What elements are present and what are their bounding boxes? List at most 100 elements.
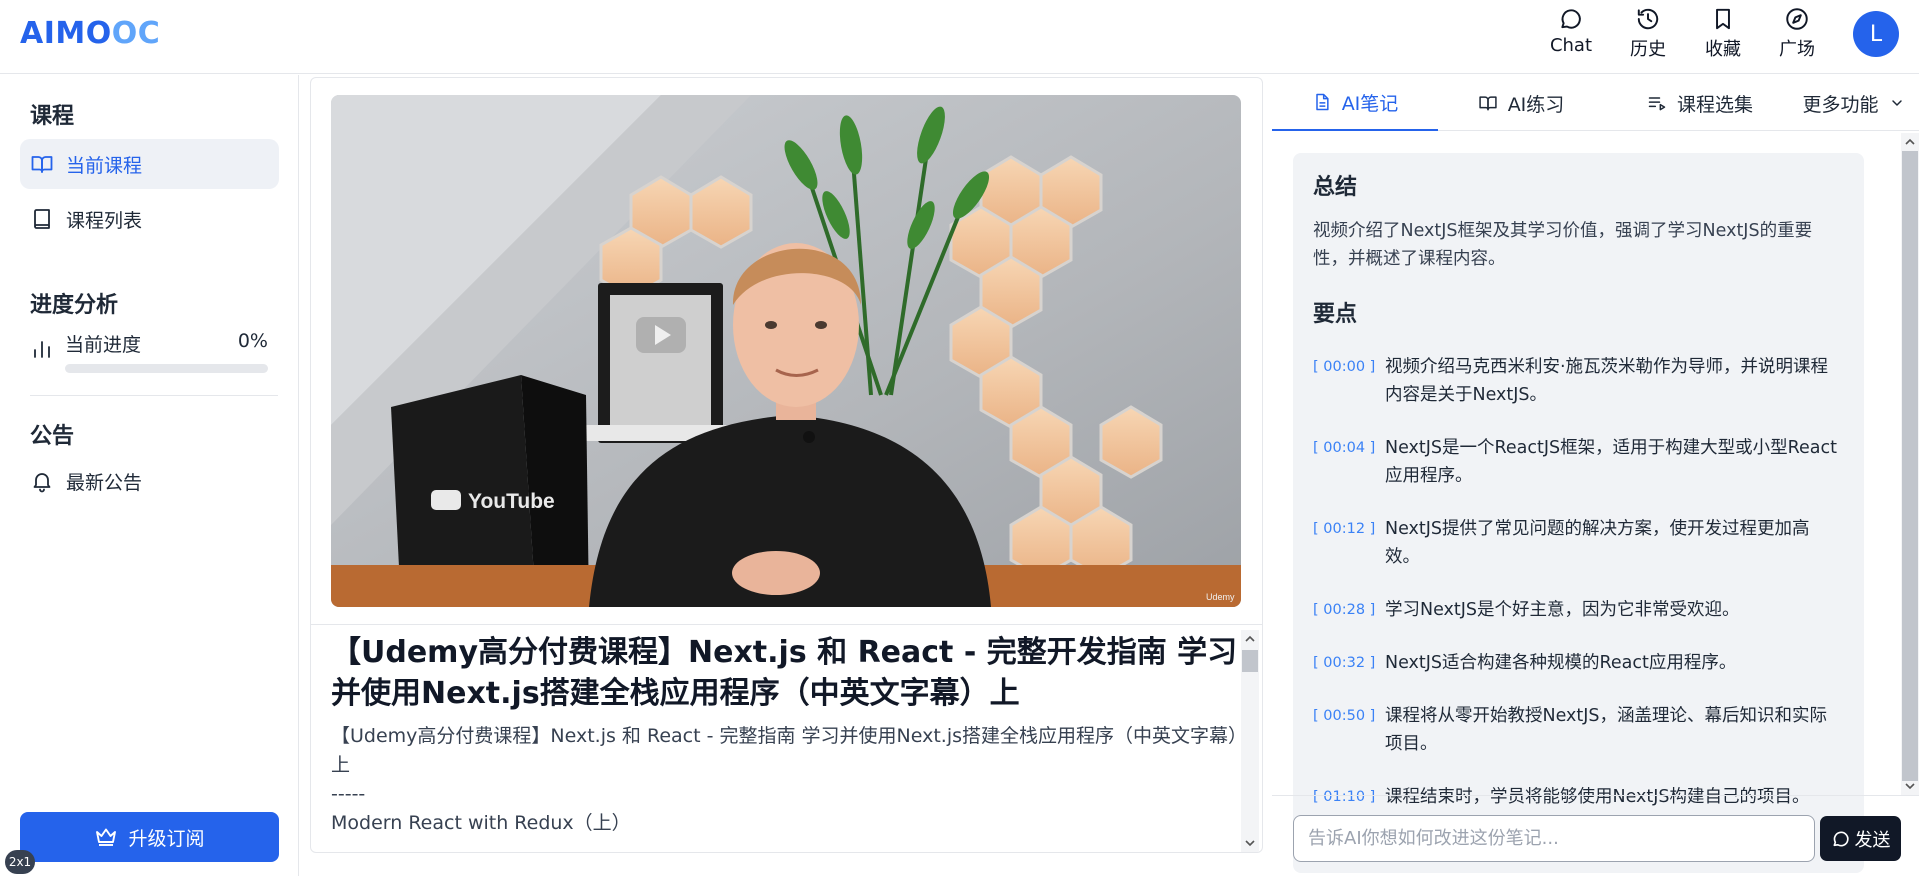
nav-chat-label: Chat [1549,35,1593,56]
course-title: 【Udemy高分付费课程】Next.js 和 React - 完整开发指南 学习… [331,635,1238,711]
progress-section-title: 进度分析 [30,293,119,318]
notice-section-title: 公告 [30,424,75,449]
summary-text: 视频介绍了NextJS框架及其学习价值，强调了学习NextJS的重要性，并概述了… [1313,221,1813,269]
app-logo[interactable]: AIMOOC [20,14,160,54]
scroll-down-arrow-icon[interactable] [1244,837,1256,849]
key-point-item: [ 00:32 ] NextJS适合构建各种规模的React应用程序。 [1313,649,1844,677]
progress-label: 当前进度 [65,334,142,356]
logo-text-secondary: OC [111,16,161,51]
key-point-text: 视频介绍马克西米利安·施瓦茨米勒作为导师，并说明课程内容是关于NextJS。 [1385,357,1829,405]
tab-label: 更多功能 [1802,93,1879,116]
chat-bubble-icon [1833,831,1849,846]
bookmark-icon [1716,8,1730,30]
key-points-heading: 要点 [1313,302,1358,327]
nav-history-label: 历史 [1630,39,1666,60]
scroll-up-arrow-icon[interactable] [1904,136,1916,148]
compass-icon [1786,8,1808,30]
zoom-badge: 2x1 [5,850,35,874]
right-tabs: AI笔记 AI练习 课程选集 更多功能 [1272,75,1919,131]
tab-ai-notes[interactable]: AI笔记 [1272,75,1438,131]
key-point-item: [ 00:50 ] 课程将从零开始教授NextJS，涵盖理论、幕后知识和实际项目… [1313,702,1844,758]
tab-label: AI练习 [1507,93,1565,116]
summary-heading: 总结 [1313,175,1358,200]
tab-label: 课程选集 [1676,93,1753,116]
send-label: 发送 [1854,829,1891,851]
sidebar-item-label: 当前课程 [66,154,143,177]
document-icon [1315,93,1329,111]
timestamp-link[interactable]: [ 00:32 ] [1313,649,1385,677]
key-point-item: [ 00:04 ] NextJS是一个ReactJS框架，适用于构建大型或小型R… [1313,434,1844,490]
key-points-list: [ 00:00 ] 视频介绍马克西米利安·施瓦茨米勒作为导师，并说明课程内容是关… [1313,353,1844,811]
nav-plaza-label: 广场 [1779,39,1815,60]
description-separator: ----- [331,783,366,805]
tab-label: AI笔记 [1341,92,1399,115]
key-point-item: [ 00:00 ] 视频介绍马克西米利安·施瓦茨米勒作为导师，并说明课程内容是关… [1313,353,1844,409]
left-sidebar: 课程 当前课程 课程列表 进度分析 当前进度 0% 公告 最新公告 升级订阅 [0,75,299,876]
open-book-icon [31,156,53,173]
send-button[interactable]: 发送 [1820,816,1901,861]
timestamp-link[interactable]: [ 00:28 ] [1313,596,1385,624]
progress-value: 0% [237,330,268,352]
improve-notes-input[interactable] [1293,815,1815,862]
timestamp-link[interactable]: [ 01:10 ] [1313,783,1385,811]
upgrade-label: 升级订阅 [128,827,205,850]
open-book-icon [1479,96,1497,111]
key-point-text: 课程将从零开始教授NextJS，涵盖理论、幕后知识和实际项目。 [1385,706,1828,754]
key-point-text: 课程结束时，学员将能够使用NextJS构建自己的项目。 [1385,787,1810,807]
timestamp-link[interactable]: [ 00:00 ] [1313,353,1385,409]
video-watermark: Udemy [1206,592,1235,602]
sidebar-divider [30,395,278,396]
nav-plaza[interactable]: 广场 [1762,6,1832,61]
key-point-text: NextJS是一个ReactJS框架，适用于构建大型或小型React应用程序。 [1385,438,1837,486]
notes-scrollbar[interactable] [1901,133,1919,795]
video-player[interactable]: YouTube Udemy [331,95,1241,607]
input-divider [1272,795,1919,796]
course-section-title: 课程 [30,104,75,129]
sidebar-item-label: 最新公告 [66,471,143,494]
tab-ai-practice[interactable]: AI练习 [1438,75,1604,131]
top-header: AIMOOC Chat 历史 收藏 广场 L [0,0,1919,74]
right-panel: AI笔记 AI练习 课程选集 更多功能 总结 视频介绍了NextJS框架及其学习… [1272,75,1919,876]
crown-icon [96,828,117,846]
key-point-item: [ 01:10 ] 课程结束时，学员将能够使用NextJS构建自己的项目。 [1313,783,1844,811]
sidebar-item-label: 课程列表 [66,209,143,232]
tab-more-features[interactable]: 更多功能 [1788,75,1919,131]
timestamp-link[interactable]: [ 00:50 ] [1313,702,1385,758]
playlist-icon [1648,97,1666,111]
chevron-down-icon [1891,100,1902,106]
bell-icon [33,473,51,493]
key-point-item: [ 00:28 ] 学习NextJS是个好主意，因为它非常受欢迎。 [1313,596,1844,624]
tab-course-episodes[interactable]: 课程选集 [1612,75,1788,131]
course-description-area: 【Udemy高分付费课程】Next.js 和 React - 完整开发指南 学习… [331,632,1241,854]
progress-bar [65,364,268,373]
video-frame: YouTube Udemy [331,95,1241,607]
sidebar-item-current-course[interactable]: 当前课程 [20,139,279,189]
timestamp-link[interactable]: [ 00:04 ] [1313,434,1385,490]
ai-notes-content: 总结 视频介绍了NextJS框架及其学习价值，强调了学习NextJS的重要性，并… [1293,153,1864,873]
description-extra: Modern React with Redux（上） [331,812,631,834]
course-description: 【Udemy高分付费课程】Next.js 和 React - 完整指南 学习并使… [331,725,1238,776]
scrollbar-thumb[interactable] [1902,151,1918,781]
scrollbar-thumb[interactable] [1242,650,1258,672]
sidebar-item-latest-notice[interactable]: 最新公告 [20,456,279,506]
key-point-item: [ 00:12 ] NextJS提供了常见问题的解决方案，使开发过程更加高效。 [1313,515,1844,571]
nav-favorites-label: 收藏 [1705,39,1741,60]
key-point-text: 学习NextJS是个好主意，因为它非常受欢迎。 [1385,600,1740,620]
history-icon [1637,8,1659,30]
description-scrollbar[interactable] [1241,630,1259,852]
nav-favorites[interactable]: 收藏 [1688,6,1758,61]
chat-bubble-icon [1561,9,1581,29]
key-point-text: NextJS提供了常见问题的解决方案，使开发过程更加高效。 [1385,519,1810,567]
nav-history[interactable]: 历史 [1613,6,1683,61]
scroll-down-arrow-icon[interactable] [1904,780,1916,792]
sidebar-item-course-list[interactable]: 课程列表 [20,194,279,244]
scroll-up-arrow-icon[interactable] [1244,633,1256,645]
upgrade-subscription-button[interactable]: 升级订阅 [20,812,279,862]
book-icon [34,209,50,229]
bar-chart-icon [34,341,50,358]
nav-chat[interactable]: Chat [1536,6,1606,56]
key-point-text: NextJS适合构建各种规模的React应用程序。 [1385,653,1737,673]
timestamp-link[interactable]: [ 00:12 ] [1313,515,1385,571]
user-avatar[interactable]: L [1853,11,1899,57]
logo-text-primary: AIMO [20,16,112,51]
